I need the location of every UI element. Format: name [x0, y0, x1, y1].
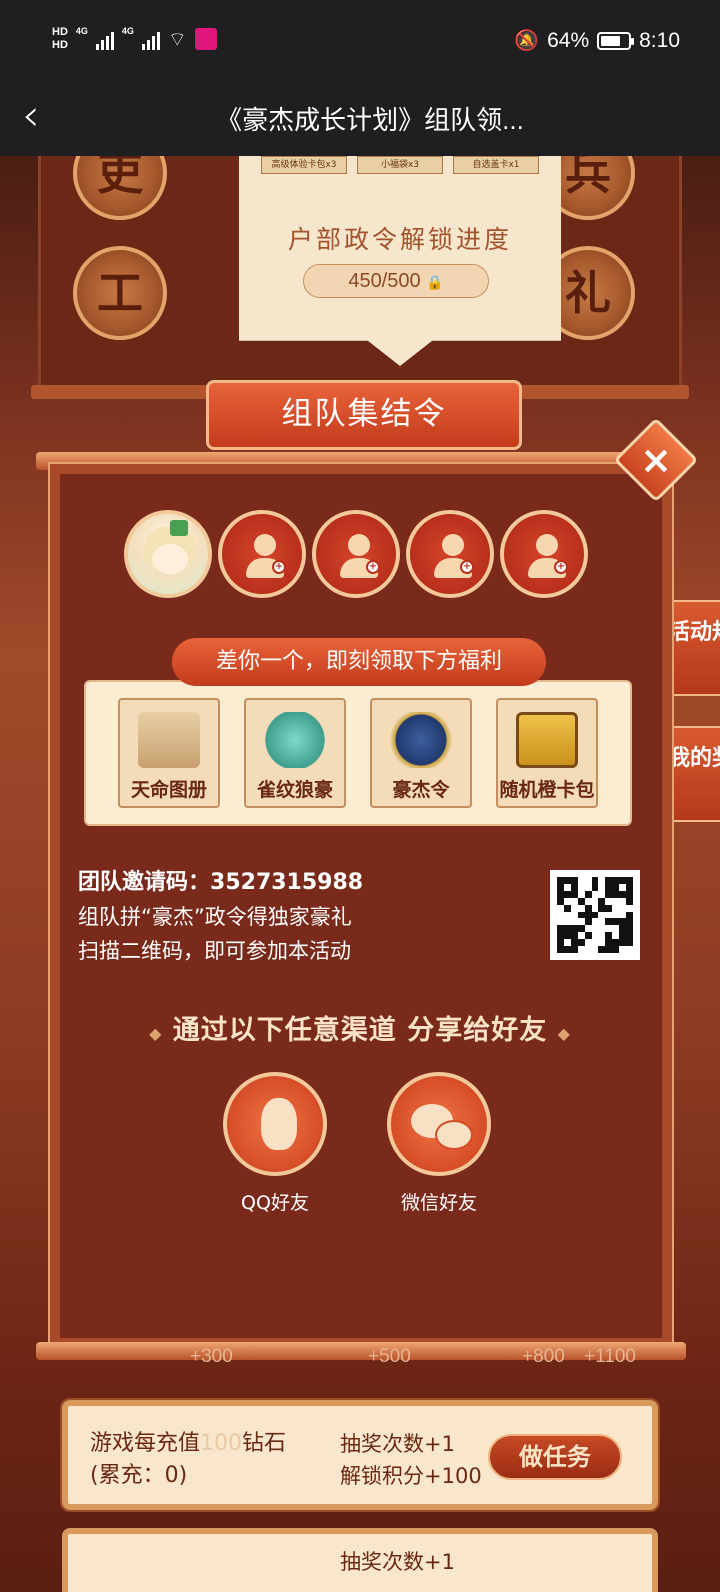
nav-bar: ‹ 《豪杰成长计划》组队领...	[0, 86, 720, 156]
invite-line-2: 扫描二维码，即可参加本活动	[78, 939, 351, 963]
task-reward: 抽奖次数+1 解锁积分+100	[340, 1432, 482, 1488]
invite-slot[interactable]: +	[218, 510, 306, 598]
unlock-paper: 高级体验卡包x3 小福袋x3 自选盖卡x1 户部政令解锁进度 450/500 🔒	[239, 156, 561, 366]
reward-tag: 自选盖卡x1	[453, 156, 539, 174]
mute-icon: 🔕	[514, 30, 540, 52]
benefit-item: 豪杰令	[370, 698, 472, 808]
battery-icon	[597, 31, 635, 50]
share-qq-label: QQ好友	[241, 1192, 309, 1214]
reward-tag: 小福袋x3	[357, 156, 443, 174]
invite-code[interactable]: 3527315988	[210, 870, 363, 895]
scroll-map-icon	[138, 712, 200, 768]
task-description: 游戏每充值100钻石 (累充：0)	[90, 1431, 287, 1488]
network-type-2: 4G	[121, 26, 134, 36]
qq-icon	[223, 1072, 327, 1176]
invite-slot[interactable]: +	[312, 510, 400, 598]
share-wechat-label: 微信好友	[400, 1192, 477, 1214]
qr-code[interactable]	[550, 870, 640, 960]
team-banner: 组队集结令	[206, 380, 522, 450]
status-bar: HD HD 4G 4G ⌔ 🔕 64% 8:10	[0, 0, 720, 86]
page-title: 《豪杰成长计划》组队领...	[216, 105, 524, 135]
add-icon: +	[460, 560, 474, 574]
card-pack-icon	[516, 712, 578, 768]
share-qq-button[interactable]: QQ好友	[220, 1072, 330, 1215]
task-reward: 抽奖次数+1	[340, 1550, 455, 1574]
milestone-label: +1100	[584, 1346, 636, 1367]
avatar	[124, 510, 212, 598]
invite-slot[interactable]: +	[500, 510, 588, 598]
promo-banner: 差你一个，即刻领取下方福利	[172, 638, 546, 686]
brush-icon	[264, 712, 326, 768]
signal-icon-2	[141, 28, 160, 50]
wechat-icon	[387, 1072, 491, 1176]
invite-line-1: 组队拼“豪杰”政令得独家豪礼	[78, 905, 352, 929]
invite-code-label: 团队邀请码：	[78, 870, 211, 895]
token-icon	[390, 712, 452, 768]
back-icon[interactable]: ‹	[22, 94, 62, 142]
battery-percent: 64%	[547, 28, 590, 52]
invite-slot[interactable]: +	[406, 510, 494, 598]
clock: 8:10	[639, 28, 680, 52]
unlock-board: 吏 兵 工 礼 高级体验卡包x3 小福袋x3 自选盖卡x1 户部政令解锁进度 4…	[31, 156, 689, 399]
task-card: 游戏每充值100钻石 (累充：0) 抽奖次数+1 解锁积分+100 做任务	[60, 1398, 660, 1512]
do-task-button[interactable]: 做任务	[488, 1434, 622, 1480]
medal-gong[interactable]: 工	[73, 246, 167, 340]
close-icon: ×	[640, 438, 672, 482]
add-icon: +	[272, 560, 286, 574]
team-members: + + + +	[124, 510, 588, 598]
share-title: ◆ 通过以下任意渠道 分享给好友 ◆	[149, 1015, 571, 1046]
benefit-item: 随机橙卡包	[496, 698, 598, 808]
benefit-item: 雀纹狼豪	[244, 698, 346, 808]
task-card: 抽奖次数+1	[62, 1528, 658, 1592]
medal-li-official[interactable]: 吏	[73, 156, 167, 220]
invite-info: 团队邀请码：3527315988 组队拼“豪杰”政令得独家豪礼 扫描二维码，即可…	[78, 866, 363, 968]
signal-icon	[95, 28, 114, 50]
wifi-icon: ⌔	[167, 28, 187, 51]
unlock-progress: 450/500 🔒	[303, 264, 489, 298]
unlock-title: 户部政令解锁进度	[287, 225, 512, 254]
milestone-label: +500	[368, 1346, 411, 1367]
benefit-item: 天命图册	[118, 698, 220, 808]
benefit-list: 天命图册 雀纹狼豪 豪杰令 随机橙卡包	[84, 680, 632, 826]
add-icon: +	[366, 560, 380, 574]
lock-icon: 🔒	[426, 274, 444, 290]
milestone-label: +800	[522, 1346, 565, 1367]
reward-tag: 高级体验卡包x3	[261, 156, 347, 174]
hd-indicator: HD HD	[52, 26, 68, 51]
add-icon: +	[554, 560, 568, 574]
milestone-label: +300	[190, 1346, 233, 1367]
share-wechat-button[interactable]: 微信好友	[384, 1072, 494, 1215]
network-type-1: 4G	[75, 26, 88, 36]
app-notification-icon	[194, 28, 217, 50]
